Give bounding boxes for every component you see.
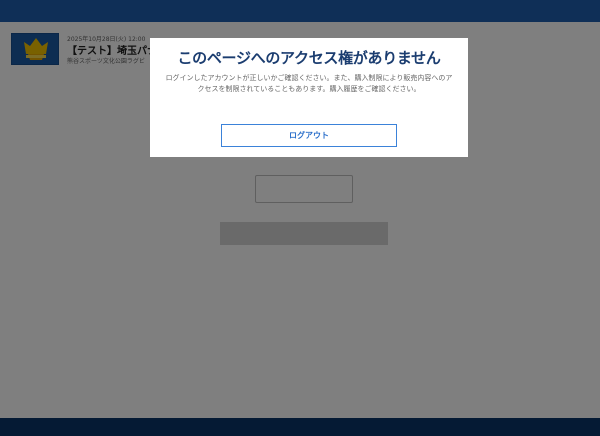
page: 2025年10月28日(火) 12:00 【テスト】埼玉パナソ 熊谷スポーツ文化… [0,0,600,436]
dialog-title: このページへのアクセス権がありません [177,49,441,67]
dialog-message: ログインしたアカウントが正しいかご確認ください。また、購入制限により販売内容への… [165,74,453,93]
access-denied-dialog: このページへのアクセス権がありません ログインしたアカウントが正しいかご確認くだ… [150,38,468,157]
logout-button[interactable]: ログアウト [221,124,397,147]
